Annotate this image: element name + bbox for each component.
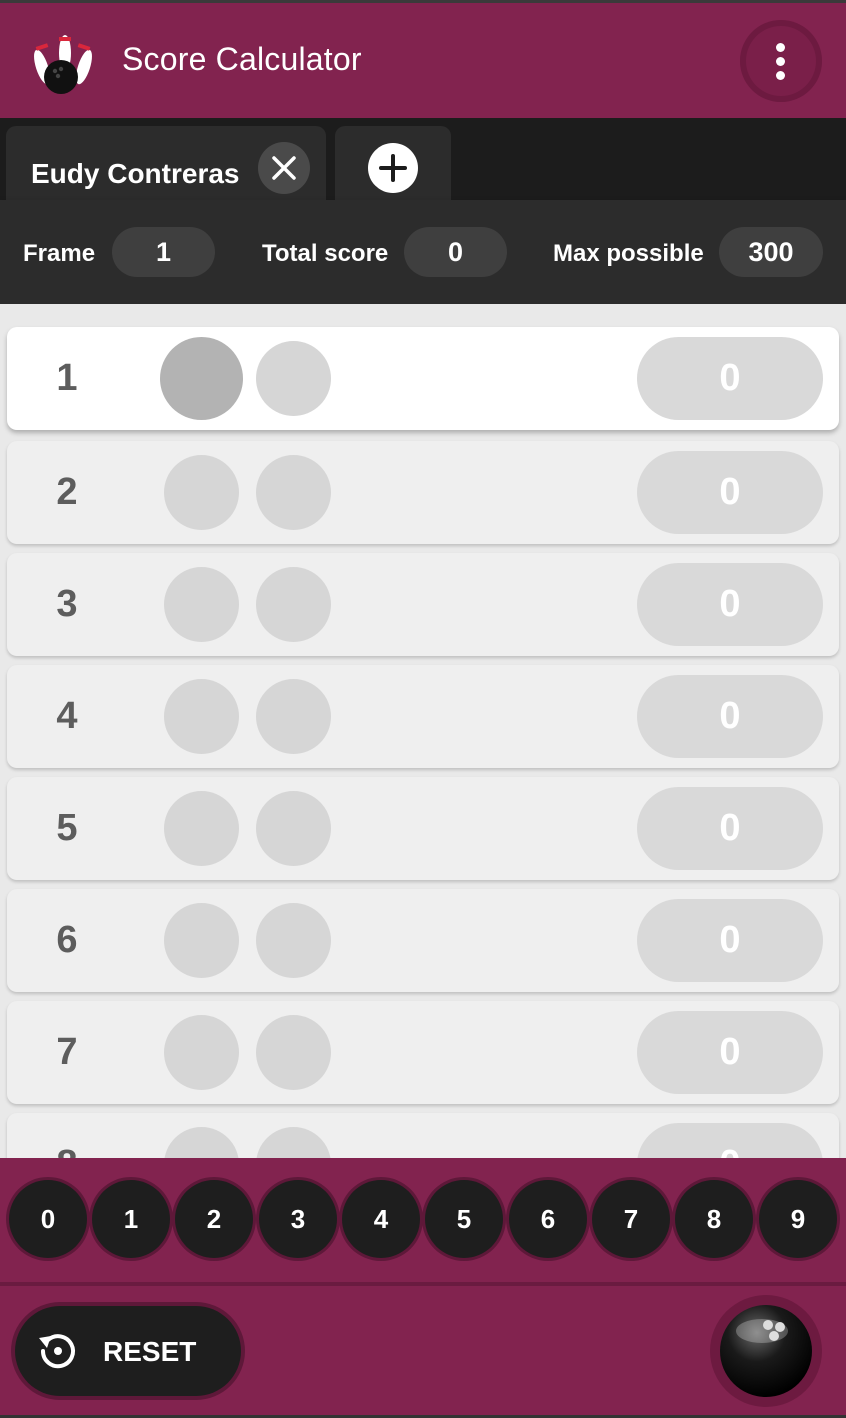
frame-row[interactable]: 8 0 (7, 1113, 839, 1158)
frame-score: 0 (637, 451, 823, 534)
reset-icon (33, 1326, 83, 1376)
total-score-label: Total score (262, 240, 389, 267)
frame-row[interactable]: 4 0 (7, 665, 839, 768)
roll-1-slot[interactable] (160, 337, 243, 420)
frame-score: 0 (637, 675, 823, 758)
roll-2-slot[interactable] (256, 903, 331, 978)
key-8[interactable]: 8 (675, 1180, 753, 1258)
key-0[interactable]: 0 (9, 1180, 87, 1258)
roll-1-slot[interactable] (164, 1127, 239, 1158)
close-icon[interactable] (258, 142, 310, 194)
more-vertical-icon (776, 43, 785, 52)
roll-1-slot[interactable] (164, 791, 239, 866)
frame-value: 1 (112, 227, 215, 277)
frame-number: 7 (56, 1031, 78, 1073)
bottom-bar: RESET (0, 1282, 846, 1418)
strike-button[interactable] (710, 1295, 822, 1407)
frame-score: 0 (637, 899, 823, 982)
add-icon[interactable] (368, 143, 418, 193)
roll-2-slot[interactable] (256, 567, 331, 642)
tab-player-name: Eudy Contreras (31, 158, 240, 189)
overflow-menu-button[interactable] (740, 20, 822, 102)
key-9[interactable]: 9 (759, 1180, 837, 1258)
roll-2-slot[interactable] (256, 679, 331, 754)
max-possible-label: Max possible (553, 240, 704, 267)
frame-score: 0 (637, 1123, 823, 1158)
frames-list[interactable]: 1 0 2 0 3 0 4 0 5 0 6 0 7 0 8 (0, 304, 846, 1158)
key-1[interactable]: 1 (92, 1180, 170, 1258)
roll-1-slot[interactable] (164, 567, 239, 642)
roll-1-slot[interactable] (164, 1015, 239, 1090)
frame-row[interactable]: 6 0 (7, 889, 839, 992)
key-2[interactable]: 2 (175, 1180, 253, 1258)
roll-1-slot[interactable] (164, 679, 239, 754)
frame-number: 4 (56, 695, 78, 737)
key-4[interactable]: 4 (342, 1180, 420, 1258)
reset-label: RESET (103, 1336, 197, 1367)
frame-row[interactable]: 2 0 (7, 441, 839, 544)
roll-2-slot[interactable] (256, 341, 331, 416)
app-title: Score Calculator (122, 41, 362, 77)
roll-1-slot[interactable] (164, 455, 239, 530)
frame-score: 0 (637, 787, 823, 870)
frame-score: 0 (637, 337, 823, 420)
frame-row[interactable]: 3 0 (7, 553, 839, 656)
frame-row[interactable]: 7 0 (7, 1001, 839, 1104)
total-score-value: 0 (404, 227, 507, 277)
roll-2-slot[interactable] (256, 791, 331, 866)
key-6[interactable]: 6 (509, 1180, 587, 1258)
frame-row[interactable]: 1 0 (7, 327, 839, 430)
bowling-ball-icon (720, 1305, 812, 1397)
reset-button[interactable]: RESET (15, 1306, 241, 1396)
frame-score: 0 (637, 1011, 823, 1094)
more-vertical-dot (776, 57, 785, 66)
roll-2-slot[interactable] (256, 1015, 331, 1090)
stats-bar: Frame 1 Total score 0 Max possible 300 (0, 200, 846, 304)
key-5[interactable]: 5 (425, 1180, 503, 1258)
frame-label: Frame (23, 240, 96, 267)
roll-1-slot[interactable] (164, 903, 239, 978)
frame-number: 5 (56, 807, 78, 849)
frame-number: 6 (56, 919, 78, 961)
key-3[interactable]: 3 (259, 1180, 337, 1258)
tab-player[interactable]: Eudy Contreras (6, 126, 326, 200)
bowling-pins-icon (28, 23, 98, 99)
app-bar: Score Calculator (0, 0, 846, 118)
player-tab-bar: Eudy Contreras (0, 118, 846, 200)
frame-row[interactable]: 5 0 (7, 777, 839, 880)
frame-number: 2 (56, 471, 78, 513)
roll-2-slot[interactable] (256, 455, 331, 530)
key-7[interactable]: 7 (592, 1180, 670, 1258)
frame-number: 3 (56, 583, 78, 625)
frame-score: 0 (637, 563, 823, 646)
more-vertical-dot (776, 71, 785, 80)
add-player-tab[interactable] (335, 126, 451, 200)
max-possible-value: 300 (719, 227, 823, 277)
frame-number: 1 (56, 357, 78, 399)
frame-number: 8 (47, 1143, 87, 1158)
pin-keypad: 0 1 2 3 4 5 6 7 8 9 (0, 1158, 846, 1282)
roll-2-slot[interactable] (256, 1127, 331, 1158)
